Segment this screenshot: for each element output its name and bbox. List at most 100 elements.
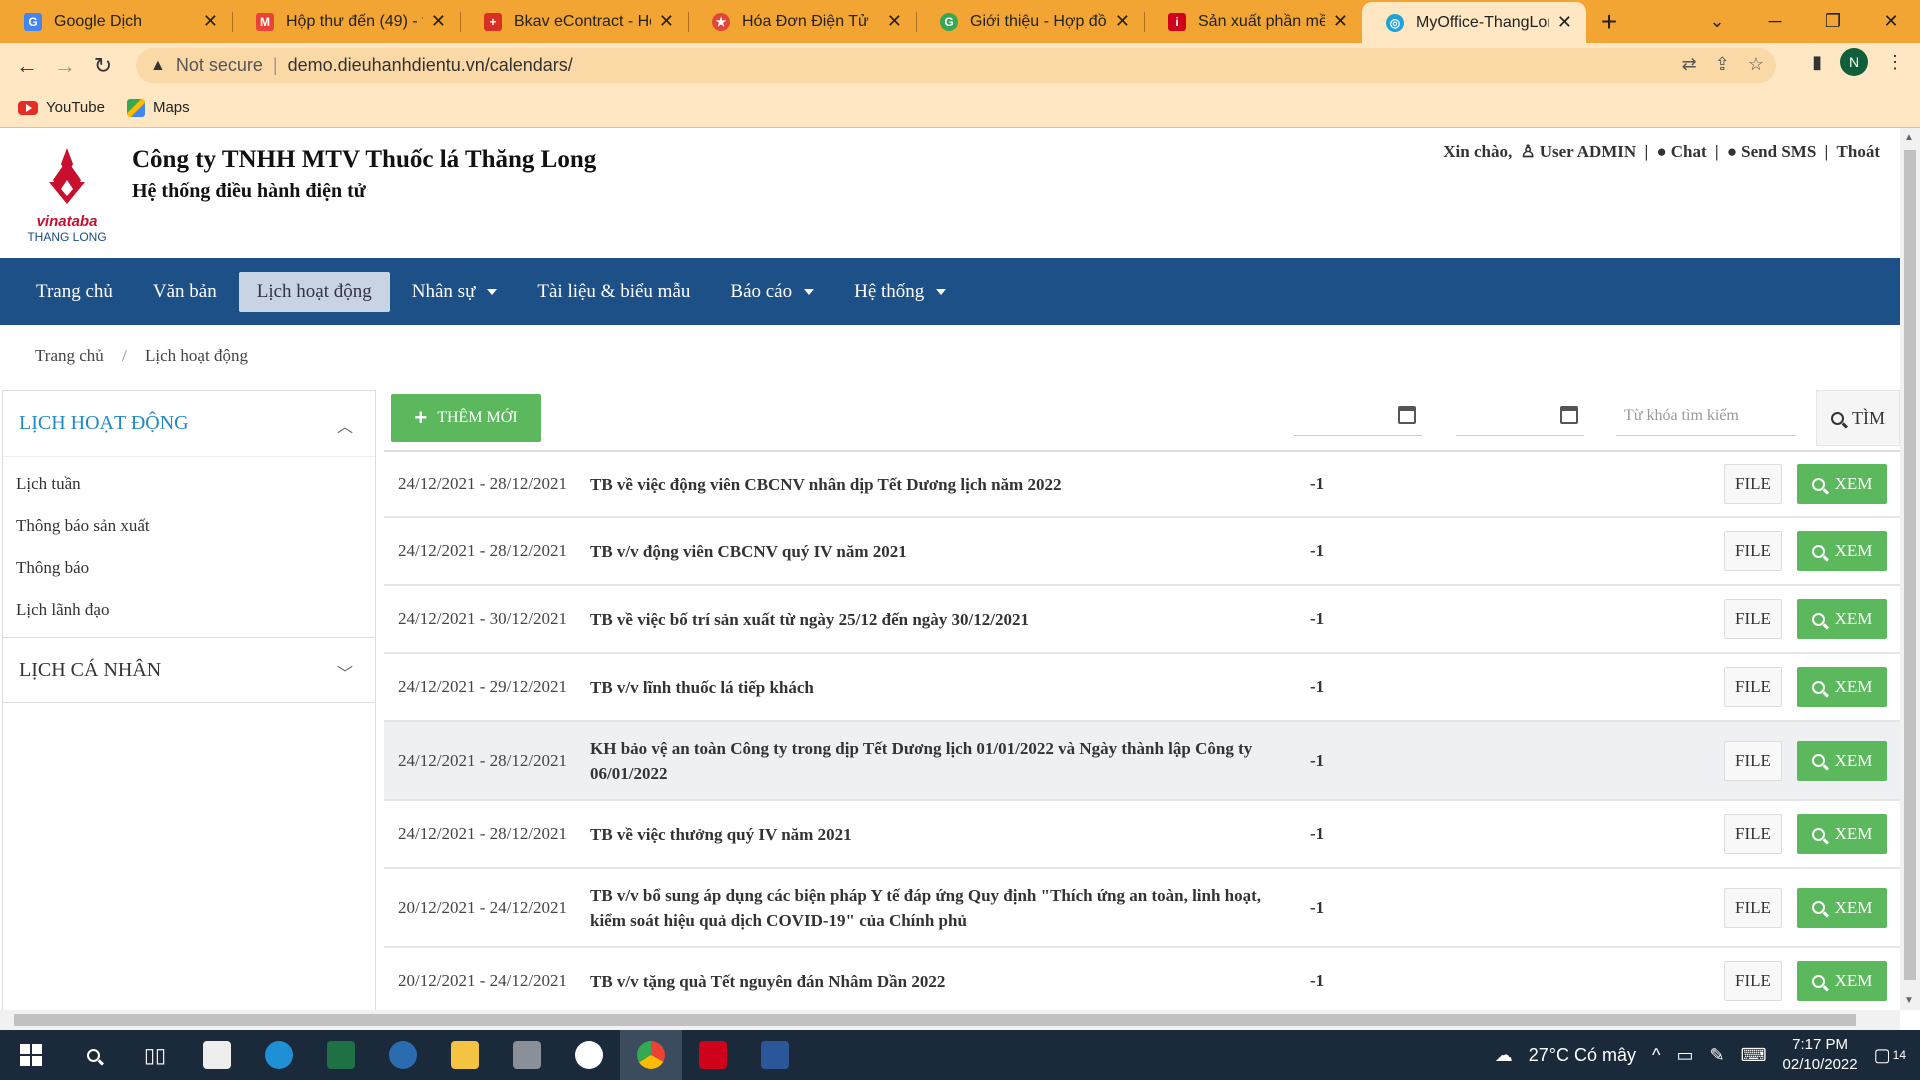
add-new-button[interactable]: + THÊM MỚI — [391, 394, 541, 442]
tools-icon[interactable] — [496, 1030, 558, 1080]
nav-system[interactable]: Hệ thống — [836, 272, 964, 312]
nav-home[interactable]: Trang chủ — [18, 272, 131, 312]
calendar-icon[interactable] — [1398, 406, 1416, 424]
breadcrumb-home[interactable]: Trang chủ — [35, 346, 104, 365]
view-button[interactable]: XEM — [1797, 464, 1887, 504]
close-icon[interactable]: ✕ — [887, 11, 902, 32]
browser-tab[interactable]: G Giới thiệu - Hợp đồng ✕ — [916, 0, 1144, 43]
view-button[interactable]: XEM — [1797, 599, 1887, 639]
file-button[interactable]: FILE — [1724, 961, 1782, 1001]
minimize-icon[interactable]: ─ — [1746, 11, 1804, 32]
browser-tab[interactable]: G Google Dịch ✕ — [0, 0, 232, 43]
search-input[interactable]: Từ khóa tìm kiếm — [1616, 396, 1796, 436]
nav-templates[interactable]: Tài liệu & biểu mẫu — [519, 272, 708, 312]
browser-tab[interactable]: M Hộp thư đến (49) - tra ✕ — [232, 0, 460, 43]
search-button[interactable]: TÌM — [1816, 390, 1900, 446]
horizontal-scrollbar[interactable] — [0, 1010, 1900, 1030]
chevron-up-icon[interactable]: ︿ — [337, 413, 353, 437]
chrome-icon[interactable] — [620, 1030, 682, 1080]
sidebar-section-personal[interactable]: LỊCH CÁ NHÂN ﹀ — [3, 637, 375, 703]
file-button[interactable]: FILE — [1724, 740, 1782, 781]
close-icon[interactable]: ✕ — [1115, 11, 1130, 32]
browser-tab[interactable]: ★ Hóa Đơn Điện Tử ✕ — [688, 0, 916, 43]
view-button[interactable]: XEM — [1797, 531, 1887, 571]
sidebar-item-production[interactable]: Thông báo sản xuất — [3, 505, 375, 547]
task-view-icon[interactable]: ▯▯ — [124, 1030, 186, 1080]
profile-avatar[interactable]: N — [1840, 48, 1868, 76]
forward-icon[interactable]: → — [46, 53, 84, 79]
chevron-down-icon[interactable]: ﹀ — [337, 660, 353, 684]
search-icon[interactable] — [62, 1030, 124, 1080]
new-tab-button[interactable]: + — [1586, 0, 1632, 43]
sidebar-section-calendar[interactable]: LỊCH HOẠT ĐỘNG ︿ — [3, 391, 375, 457]
maximize-icon[interactable]: ❐ — [1804, 11, 1862, 32]
sms-link[interactable]: Send SMS — [1741, 142, 1816, 161]
scroll-thumb[interactable] — [1904, 150, 1916, 980]
file-button[interactable]: FILE — [1724, 599, 1782, 639]
from-date-field[interactable] — [1294, 396, 1422, 436]
user-link[interactable]: User ADMIN — [1540, 142, 1636, 161]
logout-link[interactable]: Thoát — [1837, 142, 1880, 161]
nav-calendar[interactable]: Lịch hoạt động — [238, 271, 390, 312]
browser-tab-active[interactable]: ◎ MyOffice-ThangLong ✕ — [1362, 2, 1586, 43]
chat-link[interactable]: Chat — [1671, 142, 1707, 161]
close-icon[interactable]: ✕ — [1333, 11, 1348, 32]
reload-icon[interactable]: ↻ — [84, 53, 122, 79]
sidebar-item-weekly[interactable]: Lịch tuần — [3, 463, 375, 505]
omnibox[interactable]: ▲ Not secure | demo.dieuhanhdientu.vn/ca… — [136, 48, 1776, 83]
vertical-scrollbar[interactable]: ▲ ▼ — [1900, 128, 1920, 1010]
nav-documents[interactable]: Văn bản — [135, 272, 235, 312]
url-text[interactable]: demo.dieuhanhdientu.vn/calendars/ — [288, 55, 573, 76]
browser-tab[interactable]: i Sản xuất phần mềm - ✕ — [1144, 0, 1362, 43]
nav-hr[interactable]: Nhân sự — [394, 272, 516, 312]
file-button[interactable]: FILE — [1724, 887, 1782, 928]
clock[interactable]: 7:17 PM 02/10/2022 — [1783, 1035, 1858, 1075]
side-panel-icon[interactable]: ▮ — [1812, 52, 1822, 73]
nav-reports[interactable]: Báo cáo — [712, 272, 832, 312]
view-button[interactable]: XEM — [1797, 667, 1887, 707]
zalo-icon[interactable] — [558, 1030, 620, 1080]
battery-icon[interactable]: ▭ — [1676, 1045, 1693, 1066]
weather-text[interactable]: 27°C Có mây — [1529, 1045, 1636, 1066]
close-icon[interactable]: ✕ — [659, 11, 674, 32]
store-icon[interactable] — [186, 1030, 248, 1080]
sidebar-item-leaders[interactable]: Lịch lãnh đạo — [3, 589, 375, 631]
tray-chevron-icon[interactable]: ^ — [1652, 1045, 1660, 1066]
pen-icon[interactable]: ✎ — [1709, 1045, 1724, 1066]
file-explorer-icon[interactable] — [434, 1030, 496, 1080]
bookmark-youtube[interactable]: YouTube — [18, 99, 105, 116]
file-button[interactable]: FILE — [1724, 464, 1782, 504]
bookmark-maps[interactable]: Maps — [126, 98, 190, 117]
view-button[interactable]: XEM — [1797, 961, 1887, 1001]
scroll-thumb[interactable] — [14, 1014, 1856, 1026]
excel-icon[interactable] — [310, 1030, 372, 1080]
translate-icon[interactable]: ⇄ — [1682, 54, 1697, 75]
file-button[interactable]: FILE — [1724, 814, 1782, 854]
warning-icon[interactable]: ▲ — [150, 57, 166, 75]
scroll-up-icon[interactable]: ▲ — [1904, 132, 1914, 143]
keyboard-icon[interactable]: ⌨ — [1741, 1045, 1767, 1066]
sidebar-item-notices[interactable]: Thông báo — [3, 547, 375, 589]
window-close-icon[interactable]: ✕ — [1862, 11, 1920, 32]
edge-icon[interactable] — [248, 1030, 310, 1080]
file-button[interactable]: FILE — [1724, 531, 1782, 571]
view-button[interactable]: XEM — [1797, 740, 1887, 781]
view-button[interactable]: XEM — [1797, 887, 1887, 928]
word-icon[interactable] — [744, 1030, 806, 1080]
notification-icon[interactable]: ▢ — [1874, 1045, 1891, 1066]
file-button[interactable]: FILE — [1724, 667, 1782, 707]
info-app-icon[interactable] — [682, 1030, 744, 1080]
bookmark-star-icon[interactable]: ☆ — [1748, 54, 1764, 75]
to-date-field[interactable] — [1456, 396, 1584, 436]
browser-tab[interactable]: + Bkav eContract - Hợp ✕ — [460, 0, 688, 43]
app-icon[interactable] — [372, 1030, 434, 1080]
view-button[interactable]: XEM — [1797, 814, 1887, 854]
back-icon[interactable]: ← — [8, 53, 46, 79]
share-icon[interactable]: ⇪ — [1715, 54, 1730, 75]
close-icon[interactable]: ✕ — [1557, 12, 1572, 33]
menu-icon[interactable]: ⋮ — [1886, 52, 1904, 73]
calendar-icon[interactable] — [1560, 406, 1578, 424]
scroll-down-icon[interactable]: ▼ — [1904, 995, 1914, 1006]
logo[interactable]: vinataba THANG LONG — [22, 146, 112, 244]
close-icon[interactable]: ✕ — [431, 11, 446, 32]
